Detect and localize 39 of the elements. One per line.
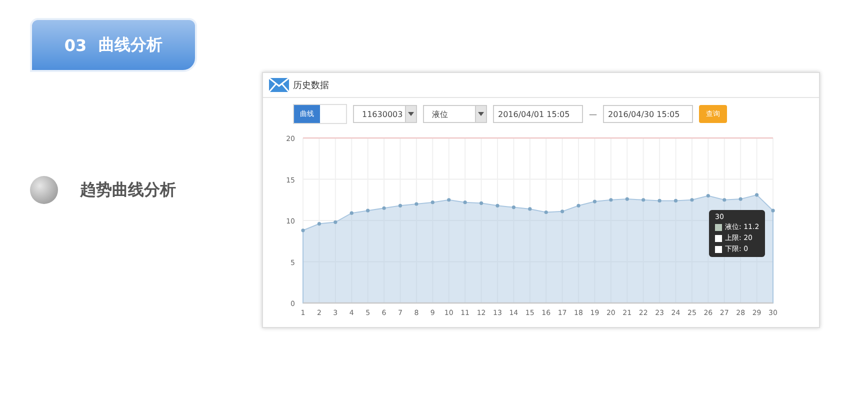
point [592, 200, 597, 204]
section-title: 趋势曲线分析 [80, 180, 176, 200]
badge-title: 曲线分析 [98, 34, 163, 56]
point [722, 198, 726, 202]
point [609, 198, 613, 202]
point [366, 208, 370, 212]
point [334, 220, 338, 224]
point [447, 198, 451, 202]
metric-select[interactable]: 液位 [423, 105, 487, 123]
date-from-field[interactable]: 2016/04/01 15:05 [493, 105, 583, 123]
point [771, 208, 775, 212]
point [690, 198, 694, 202]
point [301, 228, 305, 232]
date-separator: — [589, 110, 597, 118]
point [544, 210, 548, 214]
point [350, 211, 354, 215]
point [754, 193, 759, 197]
point [658, 198, 662, 202]
badge-number: 03 [64, 36, 87, 54]
point [398, 204, 402, 208]
point [625, 197, 629, 201]
point [479, 201, 484, 205]
point [496, 204, 500, 208]
panel-title: 历史数据 [293, 80, 329, 92]
point [414, 202, 418, 206]
point [674, 198, 678, 202]
point [642, 198, 646, 202]
point [528, 207, 532, 211]
point [512, 206, 516, 210]
point [382, 206, 386, 210]
point [430, 200, 434, 204]
point [738, 197, 742, 201]
point [706, 194, 710, 198]
point [317, 222, 322, 226]
device-select[interactable]: 11630003 [353, 105, 417, 123]
point [560, 210, 564, 214]
date-to-field[interactable]: 2016/04/30 15:05 [603, 105, 693, 123]
point [576, 204, 580, 208]
point [463, 200, 467, 204]
